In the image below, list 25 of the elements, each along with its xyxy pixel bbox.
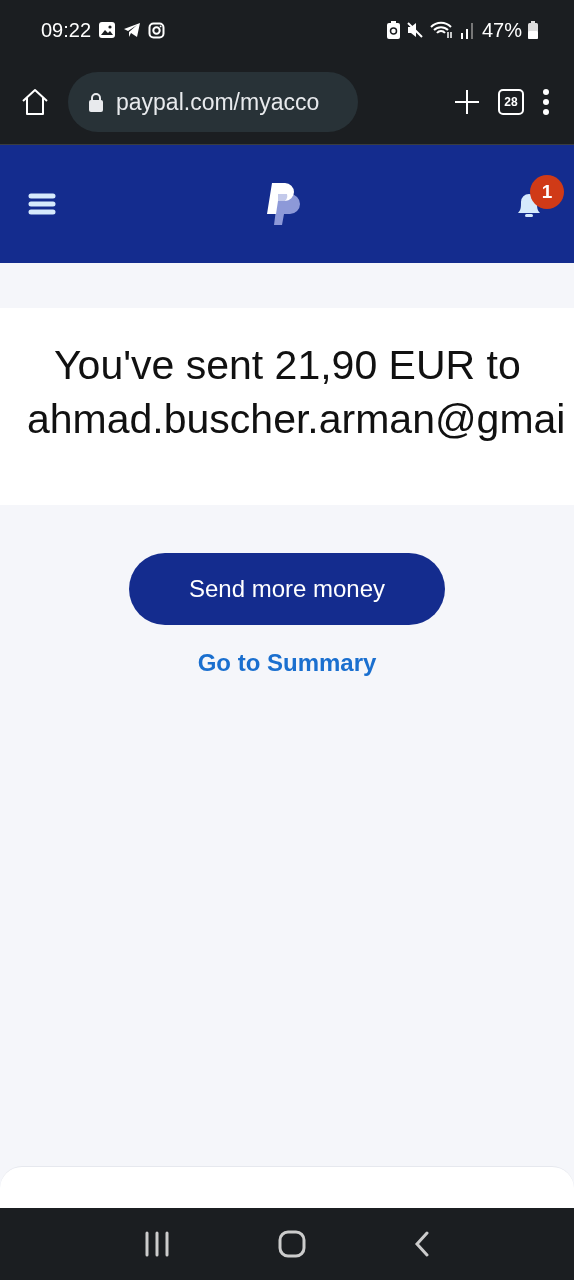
- home-icon[interactable]: [20, 88, 50, 116]
- home-button-icon[interactable]: [278, 1230, 306, 1258]
- wifi-icon: [429, 21, 454, 39]
- send-more-money-button[interactable]: Send more money: [129, 553, 445, 625]
- signal-icon: [459, 20, 476, 40]
- confirmation-message: You've sent 21,90 EUR to ahmad.buscher.arman@gmai: [27, 341, 567, 444]
- plus-icon[interactable]: [454, 89, 480, 115]
- paper-plane-icon: [123, 22, 142, 38]
- recent-apps-icon[interactable]: [144, 1231, 170, 1257]
- battery-saver-icon: [386, 21, 400, 39]
- image-icon: [98, 21, 117, 39]
- summary-link[interactable]: Go to Summary: [193, 645, 381, 681]
- battery-icon: [528, 21, 538, 39]
- menu-icon[interactable]: [28, 193, 56, 215]
- more-icon[interactable]: [542, 89, 550, 115]
- lock-icon: [88, 92, 104, 112]
- camera-icon: [148, 21, 166, 39]
- tab-count-button[interactable]: 28: [498, 89, 524, 115]
- notification-badge: 1: [530, 175, 564, 209]
- address-bar[interactable]: paypal.com/myacco: [68, 72, 358, 132]
- back-icon[interactable]: [414, 1231, 430, 1257]
- logo-icon: [267, 183, 303, 225]
- battery-percentage: 47%: [481, 18, 522, 42]
- muted-speaker-icon: [405, 21, 424, 39]
- clock-time: 09:22: [41, 18, 92, 42]
